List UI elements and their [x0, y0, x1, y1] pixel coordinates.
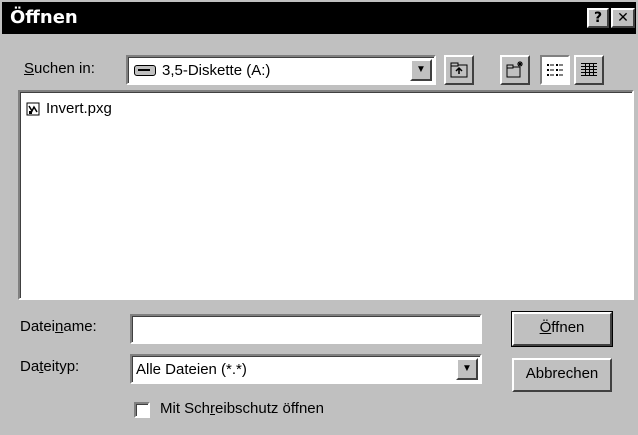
filename-label: Dateiname: — [20, 318, 97, 335]
file-name: Invert.pxg — [46, 100, 112, 117]
filetype-combobox[interactable]: Alle Dateien (*.*) ▼ — [130, 354, 482, 384]
title-bar: Öffnen ? ✕ — [2, 2, 636, 34]
readonly-label-rest: eibschutz öffnen — [215, 400, 324, 417]
file-list[interactable]: Invert.pxg — [18, 90, 634, 300]
create-new-folder-button[interactable] — [500, 55, 530, 85]
open-button[interactable]: Öffnen — [511, 311, 613, 347]
filetype-label-prefix: Da — [20, 358, 40, 375]
lookin-label: Suchen in: — [24, 60, 95, 77]
filetype-value: Alle Dateien (*.*) — [136, 361, 247, 378]
lookin-value: 3,5-Diskette (A:) — [162, 62, 271, 79]
chevron-down-icon: ▼ — [462, 363, 472, 374]
dialog-title: Öffnen — [10, 7, 78, 28]
open-label-accel: Ö — [539, 319, 552, 336]
close-icon: ✕ — [617, 10, 629, 26]
chevron-down-icon: ▼ — [416, 64, 426, 75]
close-button[interactable]: ✕ — [611, 8, 635, 28]
readonly-label[interactable]: Mit Schreibschutz öffnen — [160, 400, 324, 417]
list-view-button[interactable] — [540, 55, 570, 85]
filename-input[interactable] — [130, 314, 482, 344]
up-folder-icon — [450, 62, 468, 78]
help-button[interactable]: ? — [587, 8, 609, 28]
lookin-combobox[interactable]: 3,5-Diskette (A:) ▼ — [126, 55, 436, 85]
lookin-label-accel: S — [24, 60, 35, 77]
open-label-rest: ffnen — [551, 319, 585, 336]
filename-label-rest: ame: — [63, 318, 97, 335]
up-one-level-button[interactable] — [444, 55, 474, 85]
filename-label-prefix: Datei — [20, 318, 56, 335]
details-view-button[interactable] — [574, 55, 604, 85]
details-view-icon — [581, 63, 597, 76]
filetype-dropdown-button[interactable]: ▼ — [456, 358, 478, 380]
open-dialog: Öffnen ? ✕ Suchen in: 3,5-Diskette (A:) … — [0, 0, 638, 435]
document-icon — [26, 102, 40, 116]
readonly-label-prefix: Mit Sch — [160, 400, 211, 417]
filetype-label-rest: eityp: — [43, 358, 80, 375]
filetype-label: Dateityp: — [20, 358, 79, 375]
readonly-checkbox[interactable] — [134, 402, 150, 418]
lookin-label-rest: uchen in: — [34, 60, 95, 77]
floppy-drive-icon — [134, 65, 156, 76]
lookin-dropdown-button[interactable]: ▼ — [410, 59, 432, 81]
list-view-icon — [547, 64, 563, 76]
new-folder-icon — [506, 61, 523, 78]
cancel-button[interactable]: Abbrechen — [512, 358, 612, 392]
